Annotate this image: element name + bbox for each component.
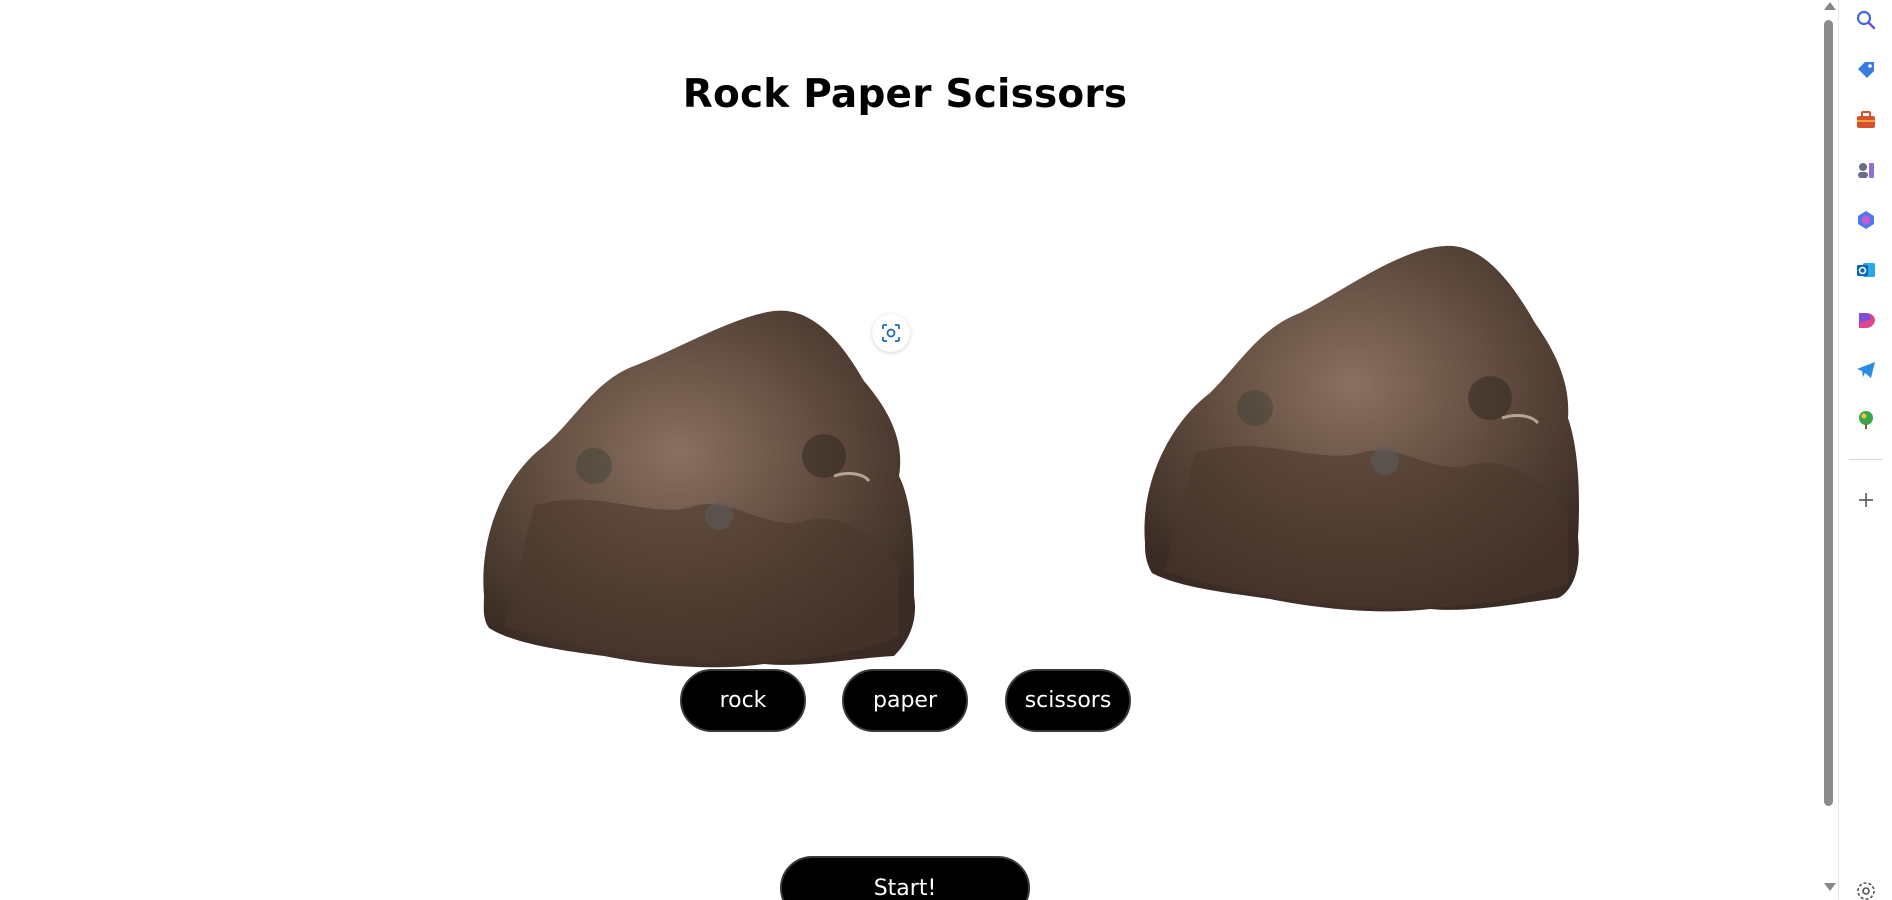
add-icon[interactable] [1854, 488, 1878, 512]
player-choice-image [483, 310, 915, 668]
telegram-icon[interactable] [1854, 358, 1878, 382]
settings-icon[interactable] [1854, 882, 1878, 900]
tag-icon[interactable] [1854, 58, 1878, 82]
tree-icon[interactable] [1854, 408, 1878, 432]
games-icon[interactable] [1854, 158, 1878, 182]
scissors-button[interactable]: scissors [1005, 669, 1131, 732]
search-icon[interactable] [1854, 8, 1878, 32]
page: Rock Paper Scissors rock paper scissors … [0, 0, 1820, 900]
browser-sidebar [1838, 0, 1892, 900]
sidebar-divider [1849, 459, 1883, 460]
paper-button[interactable]: paper [842, 669, 968, 732]
scroll-thumb[interactable] [1824, 20, 1833, 806]
scroll-up-arrow-icon[interactable] [1824, 2, 1836, 10]
toolbox-icon[interactable] [1854, 108, 1878, 132]
scroll-down-arrow-icon[interactable] [1824, 883, 1836, 891]
outlook-icon[interactable] [1854, 258, 1878, 282]
copilot-icon[interactable] [1854, 208, 1878, 232]
page-title: Rock Paper Scissors [682, 72, 1128, 117]
designer-icon[interactable] [1854, 308, 1878, 332]
start-button[interactable]: Start! [780, 856, 1030, 900]
visual-search-icon[interactable] [872, 314, 910, 352]
vertical-scrollbar[interactable] [1820, 0, 1838, 900]
computer-choice-image [1144, 245, 1579, 612]
rock-button[interactable]: rock [680, 669, 806, 732]
